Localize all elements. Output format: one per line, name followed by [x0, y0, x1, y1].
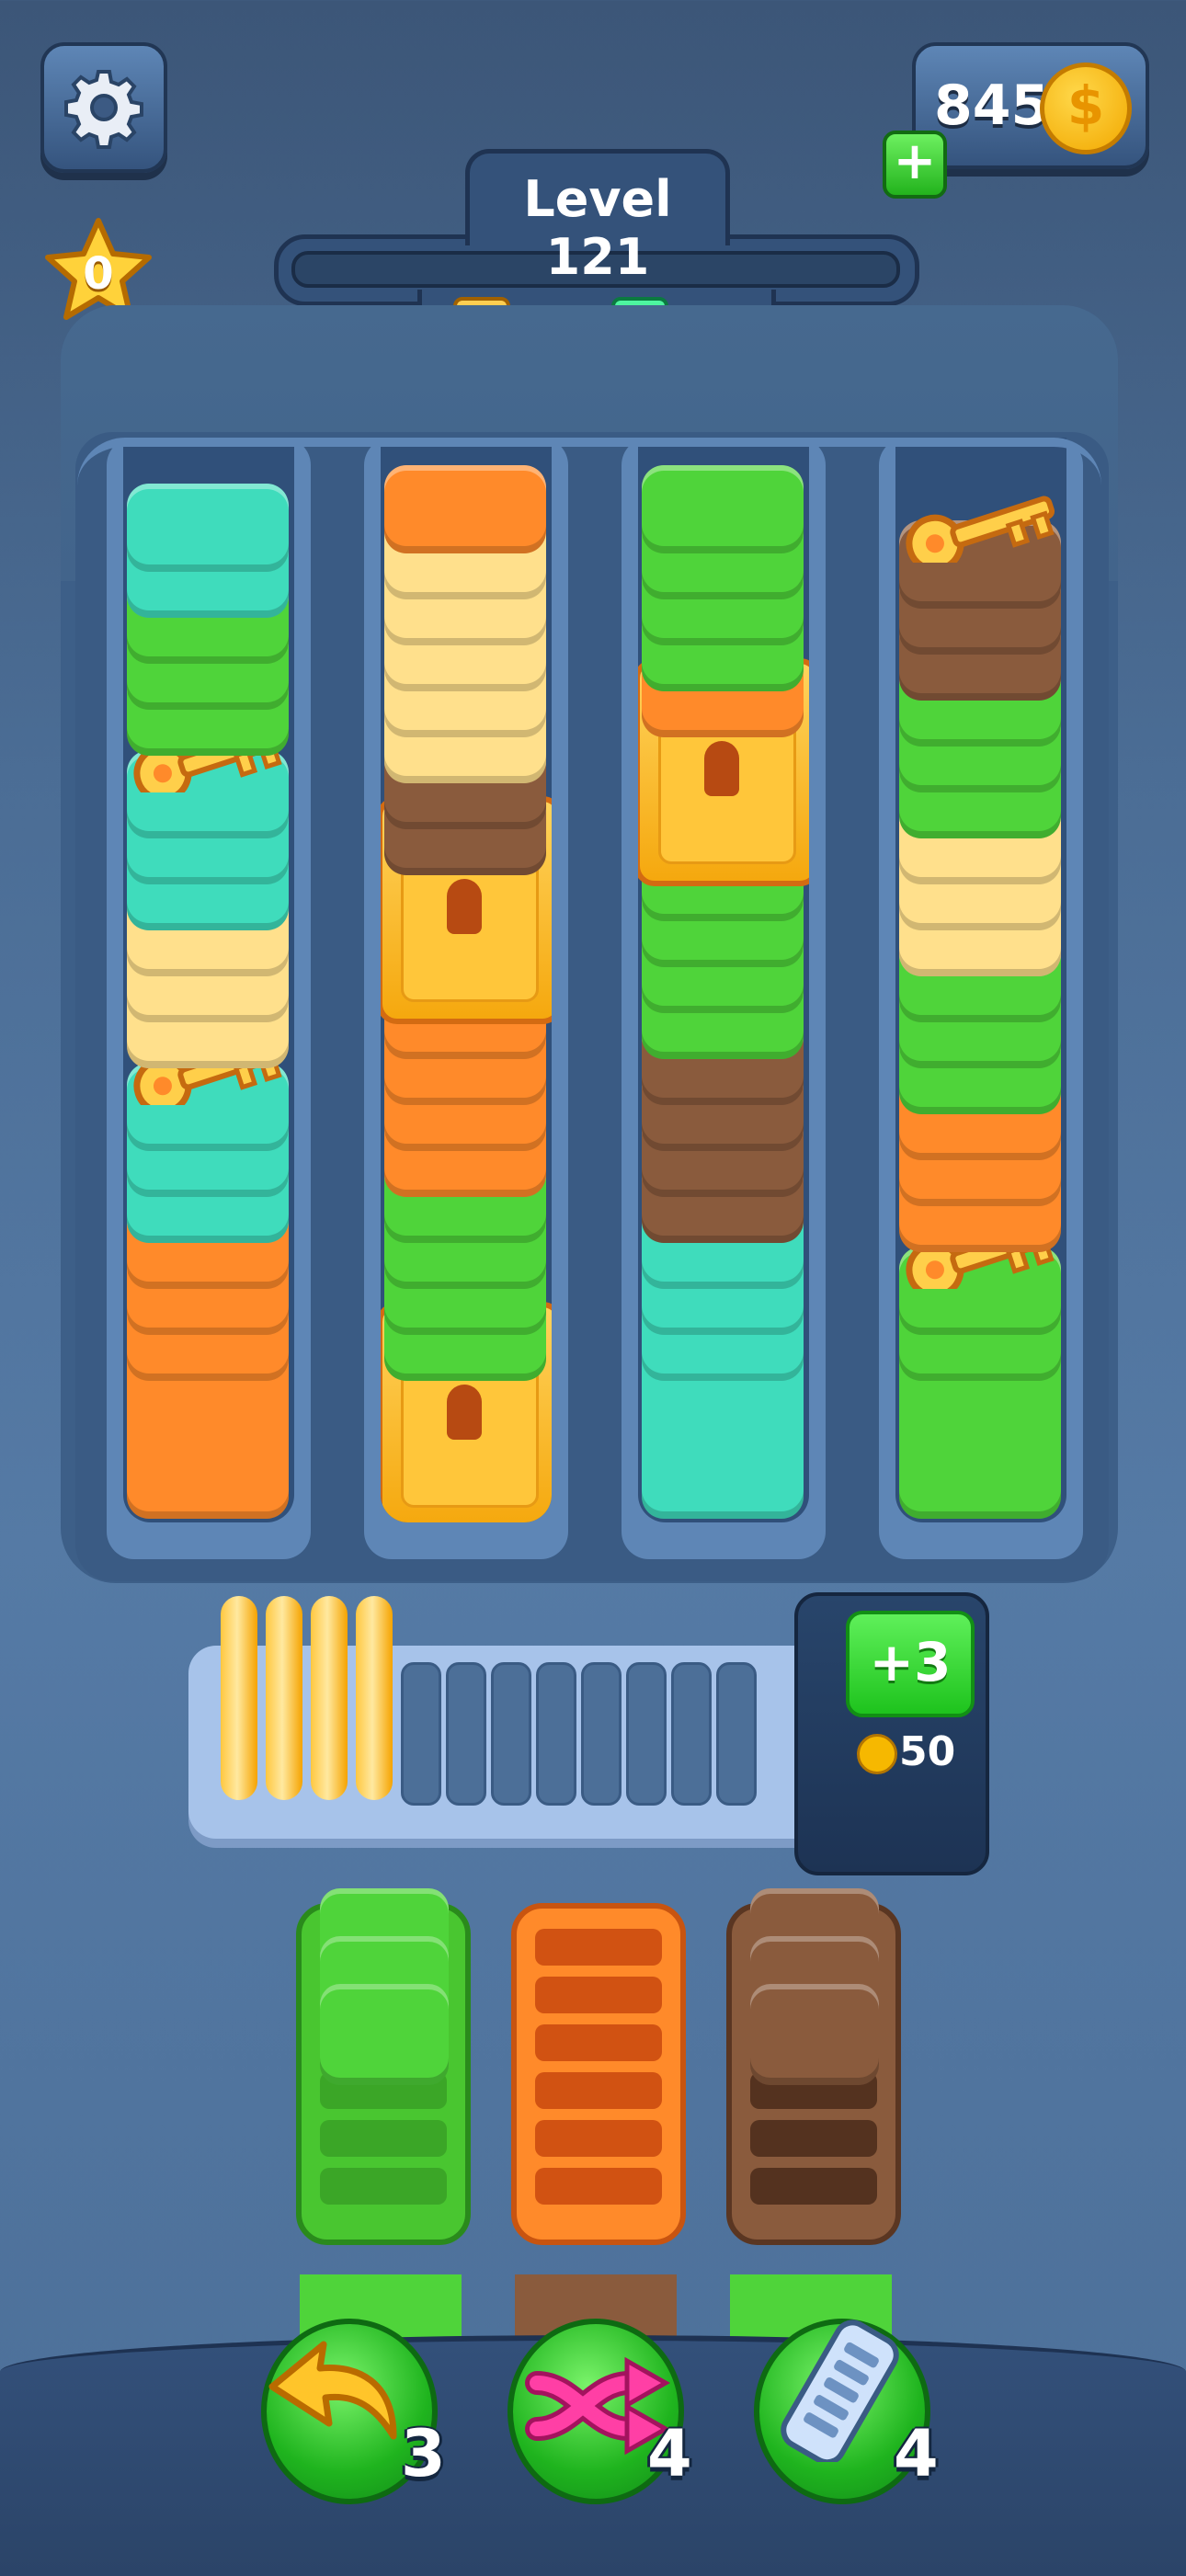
- tube-4[interactable]: [879, 438, 1083, 1559]
- stack-slot: [320, 2168, 447, 2205]
- empty-slot: [446, 1662, 486, 1806]
- stack-slot: [320, 2120, 447, 2157]
- brown-tile: [750, 1984, 879, 2085]
- extra-tube-button[interactable]: 4: [754, 2319, 939, 2504]
- stack-slot: [535, 2120, 662, 2157]
- key-icon: [906, 496, 1055, 563]
- coin-icon: $: [1040, 63, 1132, 154]
- coin-count: 845: [934, 74, 1050, 138]
- teal-tile: [127, 484, 289, 572]
- green-tile: [320, 1984, 449, 2085]
- brown-stack[interactable]: [726, 1888, 901, 2245]
- level-header: Level 121: [465, 149, 730, 286]
- add-coins-button[interactable]: +: [883, 131, 947, 199]
- filled-slot: [356, 1596, 393, 1800]
- coin-balance: 845 $: [912, 42, 1149, 169]
- level-title: Level 121: [523, 170, 672, 286]
- undo-button[interactable]: 3: [261, 2319, 446, 2504]
- tube-1[interactable]: [107, 438, 311, 1559]
- stack-slot: [750, 2168, 877, 2205]
- tube-interior: [381, 438, 552, 1522]
- stack-slot: [535, 1977, 662, 2013]
- empty-slot: [581, 1662, 622, 1806]
- filled-slot: [311, 1596, 348, 1800]
- shuffle-count: 4: [647, 2416, 692, 2491]
- stack-slot: [535, 1929, 662, 1966]
- add-slots-panel: +3 50: [794, 1592, 989, 1875]
- board-rim: [77, 438, 1101, 485]
- filled-slot: [221, 1596, 257, 1800]
- empty-slot: [536, 1662, 576, 1806]
- empty-slot: [716, 1662, 757, 1806]
- coin-icon: [857, 1734, 897, 1774]
- tube-interior: [638, 438, 809, 1522]
- undo-count: 3: [401, 2416, 446, 2491]
- empty-slot: [626, 1662, 667, 1806]
- tube-2[interactable]: [364, 438, 568, 1559]
- green-stack[interactable]: [296, 1888, 471, 2245]
- empty-slot: [491, 1662, 531, 1806]
- tube-3[interactable]: [622, 438, 826, 1559]
- add-slots-button[interactable]: +3: [846, 1611, 975, 1717]
- shuffle-button[interactable]: 4: [507, 2319, 692, 2504]
- add-slots-price: 50: [899, 1728, 956, 1775]
- empty-slot: [401, 1662, 441, 1806]
- orange-stack[interactable]: [511, 1903, 686, 2245]
- extra-tube-count: 4: [894, 2416, 939, 2491]
- stack-slot: [535, 2024, 662, 2061]
- undo-arrow-icon: [268, 2341, 397, 2440]
- stack-slot: [535, 2072, 662, 2109]
- stack-slot: [750, 2120, 877, 2157]
- tube-interior: [895, 438, 1066, 1522]
- star-count: 0: [83, 248, 114, 300]
- gear-icon: [64, 70, 143, 149]
- settings-button[interactable]: [40, 42, 167, 173]
- filled-slot: [266, 1596, 302, 1800]
- stack-slot: [535, 2168, 662, 2205]
- empty-slot: [671, 1662, 712, 1806]
- tube-interior: [123, 438, 294, 1522]
